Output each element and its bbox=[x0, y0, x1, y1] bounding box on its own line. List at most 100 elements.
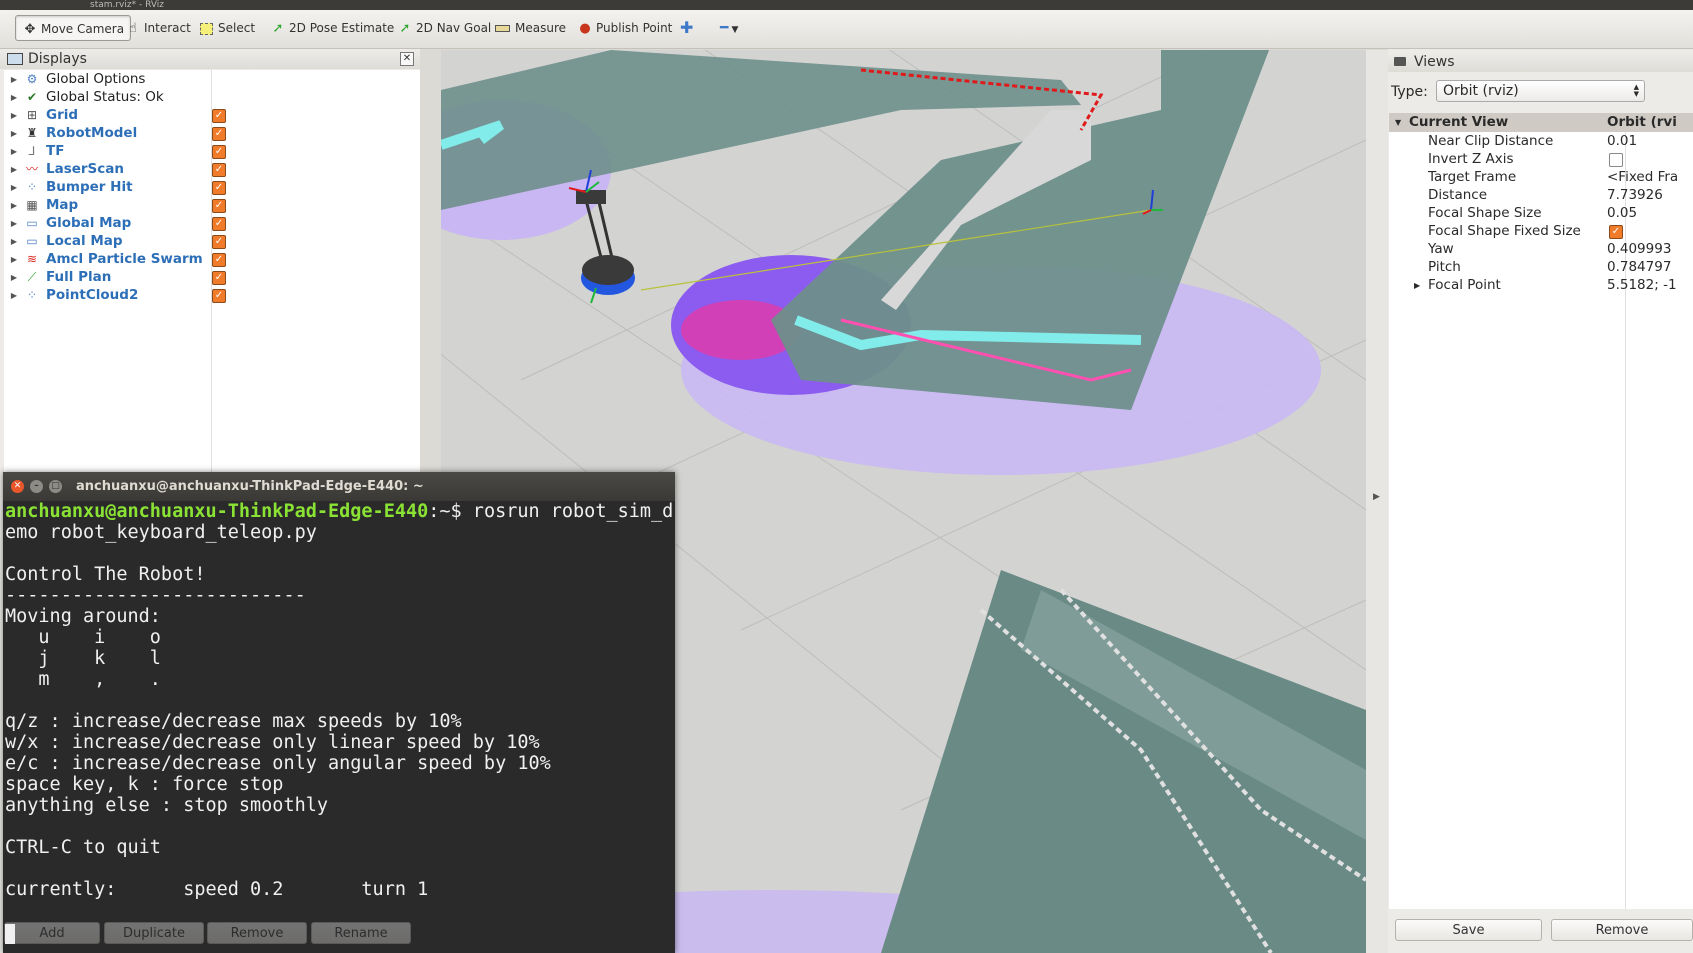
duplicate-display-button[interactable]: Duplicate bbox=[104, 922, 204, 944]
tool-publish-point[interactable]: ● Publish Point bbox=[577, 15, 672, 41]
close-window-button[interactable]: ✕ bbox=[11, 480, 24, 493]
terminal-line: e/c : increase/decrease only angular spe… bbox=[5, 753, 551, 774]
tool-2d-pose-estimate[interactable]: ➚ 2D Pose Estimate bbox=[270, 15, 395, 41]
display-item-local-map[interactable]: ▶ ▭ Local Map ✓ bbox=[4, 232, 414, 251]
prop-value[interactable]: 0.01 bbox=[1607, 132, 1637, 151]
prop-value[interactable]: 0.409993 bbox=[1607, 240, 1671, 259]
pointcloud-icon: ⁘ bbox=[26, 288, 38, 302]
tool-measure[interactable]: Measure bbox=[495, 15, 566, 41]
expand-arrow-icon[interactable]: ▶ bbox=[9, 178, 19, 197]
terminal-title: anchuanxu@anchuanxu-ThinkPad-Edge-E440: … bbox=[76, 479, 424, 494]
expand-arrow-icon[interactable]: ▶ bbox=[9, 268, 19, 287]
remove-view-button[interactable]: Remove bbox=[1551, 919, 1693, 941]
display-item-tf[interactable]: ▶ ⅃ TF ✓ bbox=[4, 142, 414, 161]
expand-arrow-icon[interactable]: ▶ bbox=[1414, 276, 1420, 295]
display-item-global-status-ok[interactable]: ▶ ✔ Global Status: Ok bbox=[4, 88, 414, 107]
expand-arrow-icon[interactable]: ▶ bbox=[9, 232, 19, 251]
prop-checkbox[interactable] bbox=[1609, 153, 1623, 167]
display-item-global-map[interactable]: ▶ ▭ Global Map ✓ bbox=[4, 214, 414, 233]
close-icon[interactable]: ✕ bbox=[400, 52, 414, 66]
displays-title: Displays bbox=[28, 51, 87, 67]
enabled-checkbox[interactable]: ✓ bbox=[212, 199, 226, 213]
rename-display-button[interactable]: Rename bbox=[311, 922, 411, 944]
display-item-label: LaserScan bbox=[46, 161, 125, 177]
display-item-global-options[interactable]: ▶ ⚙ Global Options bbox=[4, 70, 414, 89]
display-item-pointcloud2[interactable]: ▶ ⁘ PointCloud2 ✓ bbox=[4, 286, 414, 305]
expand-arrow-icon[interactable]: ▶ bbox=[9, 106, 19, 125]
display-item-amcl-particle-swarm[interactable]: ▶ ≋ Amcl Particle Swarm ✓ bbox=[4, 250, 414, 269]
expand-arrow-icon[interactable]: ▶ bbox=[9, 88, 19, 107]
display-item-map[interactable]: ▶ ▦ Map ✓ bbox=[4, 196, 414, 215]
display-item-grid[interactable]: ▶ ⊞ Grid ✓ bbox=[4, 106, 414, 125]
view-prop-focal-shape-size[interactable]: Focal Shape Size 0.05 bbox=[1389, 204, 1693, 223]
add-tool-button[interactable]: ✚ bbox=[680, 15, 693, 41]
green-arrow-icon: ➚ bbox=[399, 21, 411, 36]
panel-splitter[interactable]: ▶ bbox=[1366, 50, 1388, 953]
path-icon: ⟋ bbox=[27, 270, 37, 284]
enabled-checkbox[interactable]: ✓ bbox=[212, 253, 226, 267]
enabled-checkbox[interactable]: ✓ bbox=[212, 235, 226, 249]
tool-select[interactable]: Select bbox=[200, 15, 255, 41]
terminal-line: CTRL-C to quit bbox=[5, 837, 161, 858]
expand-arrow-icon[interactable]: ▶ bbox=[9, 214, 19, 233]
display-item-bumper-hit[interactable]: ▶ ⁘ Bumper Hit ✓ bbox=[4, 178, 414, 197]
view-prop-focal-point[interactable]: ▶ Focal Point 5.5182; -1 bbox=[1389, 276, 1693, 295]
display-item-label: Map bbox=[46, 197, 79, 213]
enabled-checkbox[interactable]: ✓ bbox=[212, 271, 226, 285]
save-view-button[interactable]: Save bbox=[1395, 919, 1542, 941]
display-item-label: Amcl Particle Swarm bbox=[46, 251, 203, 267]
monitor-icon bbox=[7, 53, 23, 65]
view-prop-invert-z-axis[interactable]: Invert Z Axis bbox=[1389, 150, 1693, 169]
view-prop-focal-shape-fixed-size[interactable]: Focal Shape Fixed Size ✓ bbox=[1389, 222, 1693, 241]
view-prop-near-clip-distance[interactable]: Near Clip Distance 0.01 bbox=[1389, 132, 1693, 151]
current-view-header[interactable]: ▼ Current View Orbit (rvi bbox=[1389, 113, 1693, 132]
enabled-checkbox[interactable]: ✓ bbox=[212, 127, 226, 141]
terminal-output[interactable]: Add Duplicate Remove Rename anchuanxu@an… bbox=[3, 501, 675, 953]
enabled-checkbox[interactable]: ✓ bbox=[212, 163, 226, 177]
folder-icon: ▭ bbox=[26, 234, 38, 248]
view-prop-target-frame[interactable]: Target Frame <Fixed Fra bbox=[1389, 168, 1693, 187]
expand-arrow-icon[interactable]: ▶ bbox=[9, 142, 19, 161]
tf-axes-icon: ⅃ bbox=[28, 144, 36, 158]
enabled-checkbox[interactable]: ✓ bbox=[212, 289, 226, 303]
window-title-bar: stam.rviz* - RViz bbox=[0, 0, 1693, 10]
enabled-checkbox[interactable]: ✓ bbox=[212, 145, 226, 159]
prop-checkbox[interactable]: ✓ bbox=[1609, 225, 1623, 239]
view-prop-yaw[interactable]: Yaw 0.409993 bbox=[1389, 240, 1693, 259]
prop-value[interactable]: 5.5182; -1 bbox=[1607, 276, 1677, 295]
terminal-line: u i o bbox=[5, 627, 161, 648]
prop-value[interactable]: <Fixed Fra bbox=[1607, 168, 1678, 187]
expand-arrow-icon[interactable]: ▶ bbox=[9, 160, 19, 179]
collapse-arrow-icon[interactable]: ▼ bbox=[1395, 113, 1401, 132]
display-item-laserscan[interactable]: ▶ 〰 LaserScan ✓ bbox=[4, 160, 414, 179]
expand-arrow-icon[interactable]: ▶ bbox=[9, 250, 19, 269]
expand-arrow-icon[interactable]: ▶ bbox=[9, 286, 19, 305]
view-prop-distance[interactable]: Distance 7.73926 bbox=[1389, 186, 1693, 205]
enabled-checkbox[interactable]: ✓ bbox=[212, 109, 226, 123]
particle-swarm-icon: ≋ bbox=[26, 252, 38, 266]
prop-value[interactable]: 0.784797 bbox=[1607, 258, 1671, 277]
minimize-window-button[interactable]: – bbox=[30, 480, 43, 493]
maximize-window-button[interactable]: □ bbox=[49, 480, 62, 493]
prop-name: Invert Z Axis bbox=[1428, 151, 1514, 167]
tool-interact[interactable]: ☝ Interact bbox=[125, 15, 191, 41]
display-item-robotmodel[interactable]: ▶ ♜ RobotModel ✓ bbox=[4, 124, 414, 143]
expand-arrow-icon[interactable]: ▶ bbox=[9, 124, 19, 143]
terminal-window[interactable]: ✕ – □ anchuanxu@anchuanxu-ThinkPad-Edge-… bbox=[3, 472, 675, 953]
terminal-line: w/x : increase/decrease only linear spee… bbox=[5, 732, 540, 753]
expand-arrow-icon[interactable]: ▶ bbox=[9, 196, 19, 215]
view-type-select[interactable]: Orbit (rviz) ▲ ▼ bbox=[1436, 80, 1645, 102]
remove-display-button[interactable]: Remove bbox=[207, 922, 307, 944]
enabled-checkbox[interactable]: ✓ bbox=[212, 217, 226, 231]
display-item-full-plan[interactable]: ▶ ⟋ Full Plan ✓ bbox=[4, 268, 414, 287]
remove-tool-menu[interactable]: ━ ▼ bbox=[720, 15, 738, 41]
prop-value[interactable]: 7.73926 bbox=[1607, 186, 1663, 205]
terminal-line: Moving around: bbox=[5, 606, 161, 627]
view-prop-pitch[interactable]: Pitch 0.784797 bbox=[1389, 258, 1693, 277]
tool-2d-nav-goal[interactable]: ➚ 2D Nav Goal bbox=[397, 15, 492, 41]
tool-move-camera[interactable]: ✥ Move Camera bbox=[15, 15, 132, 41]
prop-value[interactable]: 0.05 bbox=[1607, 204, 1637, 223]
enabled-checkbox[interactable]: ✓ bbox=[212, 181, 226, 195]
add-display-button[interactable]: Add bbox=[4, 922, 100, 944]
expand-arrow-icon[interactable]: ▶ bbox=[9, 70, 19, 89]
